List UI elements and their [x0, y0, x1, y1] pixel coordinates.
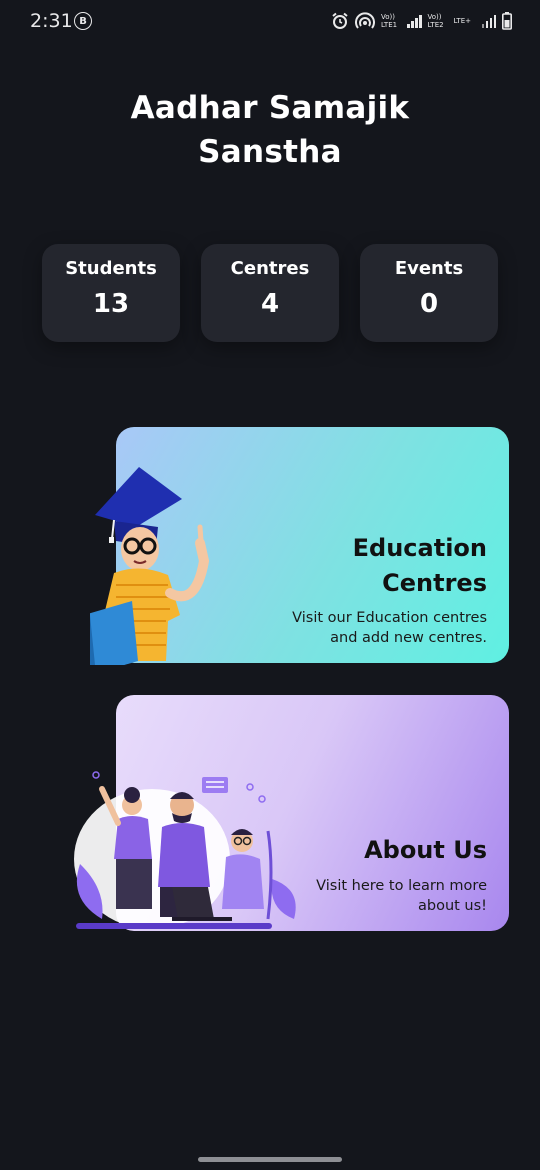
education-centres-card[interactable]: Education Centres Visit our Education ce…	[90, 427, 509, 665]
stat-value: 0	[419, 289, 439, 319]
app-notification-badge: B	[74, 12, 92, 30]
education-card-title: Education Centres	[353, 531, 487, 601]
stat-label: Students	[65, 258, 157, 279]
status-icons: Vo)) LTE1 Vo)) LTE2 LTE+	[331, 10, 512, 32]
lte-plus-label: LTE+	[453, 17, 472, 25]
status-bar: 2:31 B Vo)) LTE1 Vo)) LTE2 LTE+	[0, 0, 540, 44]
stat-card-events[interactable]: Events 0	[360, 244, 498, 342]
about-card-title: About Us	[364, 836, 487, 864]
about-desc-line2: about us!	[417, 898, 487, 914]
page-title-line2: Sanstha	[198, 134, 342, 170]
about-card-description: Visit here to learn more about us!	[316, 876, 487, 916]
signal-icon	[481, 14, 496, 28]
home-indicator[interactable]	[198, 1157, 342, 1162]
signal-icon	[407, 14, 422, 28]
team-illustration	[74, 771, 296, 929]
stat-label: Centres	[230, 258, 310, 279]
status-time: 2:31	[30, 10, 73, 32]
about-desc-line1: Visit here to learn more	[316, 878, 487, 894]
battery-icon	[502, 12, 512, 30]
page-title-line1: Aadhar Samajik	[130, 90, 410, 126]
stat-value: 4	[260, 289, 280, 319]
sim2-label: Vo)) LTE2	[427, 13, 444, 29]
sim1-label: Vo)) LTE1	[381, 13, 398, 29]
hotspot-icon	[355, 12, 375, 29]
about-us-card[interactable]: About Us Visit here to learn more about …	[74, 695, 509, 931]
education-title-line2: Centres	[382, 569, 487, 597]
page-title: Aadhar Samajik Sanstha	[0, 86, 540, 174]
education-card-description: Visit our Education centres and add new …	[292, 608, 487, 648]
stat-card-centres[interactable]: Centres 4	[201, 244, 339, 342]
education-desc-line1: Visit our Education centres	[292, 610, 487, 626]
stat-label: Events	[394, 258, 464, 279]
alarm-icon	[332, 12, 348, 29]
education-title-line1: Education	[352, 534, 487, 562]
education-desc-line2: and add new centres.	[330, 630, 487, 646]
student-illustration	[90, 467, 210, 665]
stat-value: 13	[92, 289, 130, 319]
stat-card-students[interactable]: Students 13	[42, 244, 180, 342]
